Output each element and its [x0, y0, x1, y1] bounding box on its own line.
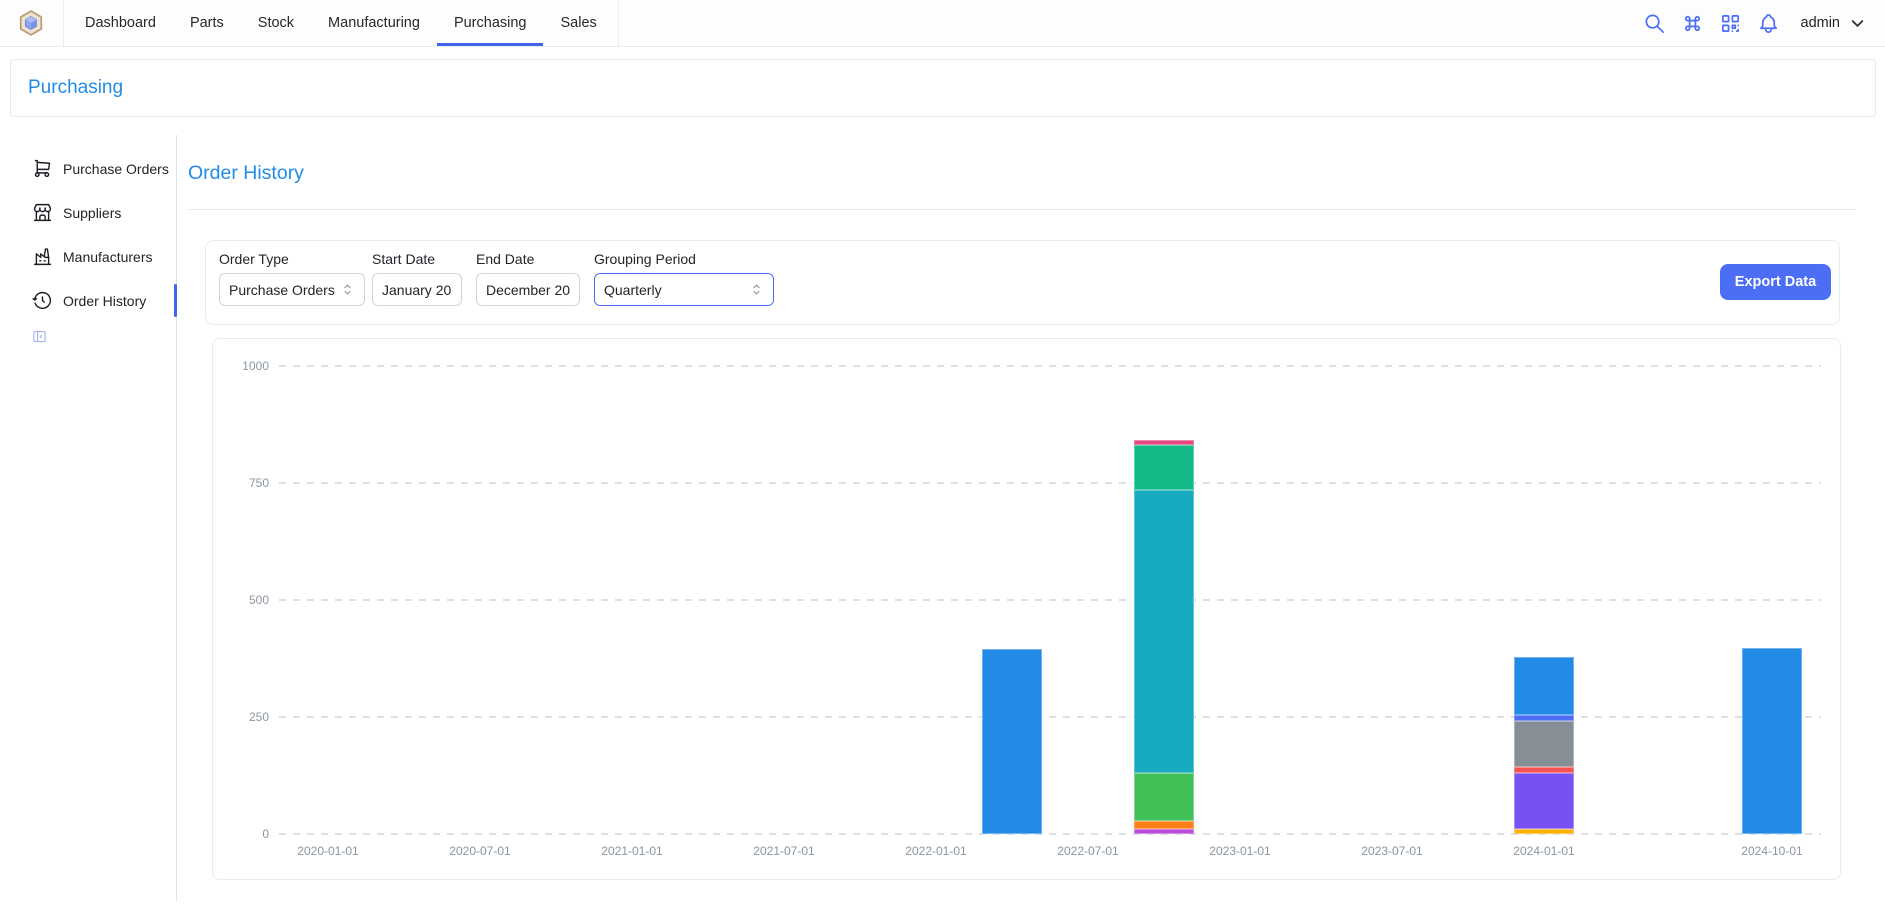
order-type-value: Purchase Orders	[229, 282, 340, 298]
tab-manufacturing[interactable]: Manufacturing	[311, 0, 437, 46]
end-date-value: December 2024	[486, 282, 570, 298]
y-axis-tick-label: 500	[213, 592, 269, 608]
active-item-indicator	[174, 284, 177, 317]
title-divider	[188, 209, 1856, 210]
chart-gridline	[279, 365, 1821, 367]
end-date-field: End Date December 2024	[476, 251, 580, 306]
main-nav-tabs: Dashboard Parts Stock Manufacturing Purc…	[63, 0, 619, 46]
order-type-field: Order Type Purchase Orders	[219, 251, 365, 306]
x-axis-tick-label: 2024-10-01	[1741, 844, 1802, 858]
chart-gridline	[279, 716, 1821, 718]
header-actions: admin	[1643, 0, 1885, 46]
chart-bar-segment[interactable]	[1134, 440, 1194, 444]
y-axis-tick-label: 250	[213, 709, 269, 725]
factory-icon	[32, 246, 53, 267]
grouping-period-label: Grouping Period	[594, 251, 774, 267]
tab-purchasing[interactable]: Purchasing	[437, 0, 544, 46]
chart-bar-segment[interactable]	[1514, 657, 1574, 715]
sidebar-label: Order History	[63, 293, 146, 309]
y-axis-tick-label: 1000	[213, 358, 269, 374]
sidebar-label: Manufacturers	[63, 249, 152, 265]
username-label: admin	[1801, 15, 1841, 31]
chart-bar-segment[interactable]	[1514, 715, 1574, 721]
x-axis-tick-label: 2023-01-01	[1209, 844, 1270, 858]
page-title: Order History	[188, 162, 304, 185]
user-menu[interactable]: admin	[1801, 14, 1868, 33]
chart-bar-segment[interactable]	[1514, 721, 1574, 767]
chart-gridline	[279, 599, 1821, 601]
chart-bar-segment[interactable]	[1134, 829, 1194, 834]
y-axis-tick-label: 0	[213, 826, 269, 842]
chart-bar-segment[interactable]	[1514, 773, 1574, 829]
sidebar-item-suppliers[interactable]: Suppliers	[13, 194, 176, 231]
chart-bar-segment[interactable]	[982, 649, 1042, 834]
top-header: Dashboard Parts Stock Manufacturing Purc…	[0, 0, 1885, 47]
tab-sales[interactable]: Sales	[543, 0, 613, 46]
x-axis-tick-label: 2020-07-01	[449, 844, 510, 858]
start-date-input[interactable]: January 2020	[372, 273, 462, 306]
chart-bar-segment[interactable]	[1134, 445, 1194, 491]
building-store-icon	[32, 202, 53, 223]
tab-stock[interactable]: Stock	[241, 0, 311, 46]
tab-parts[interactable]: Parts	[173, 0, 241, 46]
sidebar-label: Purchase Orders	[63, 161, 169, 177]
selector-icon	[340, 282, 355, 297]
export-data-button[interactable]: Export Data	[1720, 264, 1831, 300]
chart-bar-segment[interactable]	[1514, 829, 1574, 834]
x-axis-tick-label: 2023-07-01	[1361, 844, 1422, 858]
sidebar: Purchase Orders Suppliers Manufacturers	[13, 135, 177, 901]
inventree-logo-icon[interactable]	[17, 9, 45, 37]
filter-card: Order Type Purchase Orders Start Date Ja…	[205, 240, 1840, 325]
start-date-field: Start Date January 2020	[372, 251, 462, 306]
breadcrumb-purchasing[interactable]: Purchasing	[28, 77, 123, 99]
y-axis-tick-label: 750	[213, 475, 269, 491]
grouping-period-select[interactable]: Quarterly	[594, 273, 774, 306]
chart-bar-segment[interactable]	[1134, 821, 1194, 829]
x-axis-tick-label: 2022-01-01	[905, 844, 966, 858]
selector-icon	[749, 282, 764, 297]
x-axis-tick-label: 2024-01-01	[1513, 844, 1574, 858]
chart-bar-segment[interactable]	[1134, 773, 1194, 821]
x-axis-tick-label: 2021-01-01	[601, 844, 662, 858]
breadcrumb-panel: Purchasing	[10, 59, 1876, 117]
grouping-period-field: Grouping Period Quarterly	[594, 251, 774, 306]
order-history-chart-card: 0 250 500 750 1000 2020-01-01 2020-07-01 2021-0…	[212, 338, 1841, 880]
qrcode-scan-icon[interactable]	[1719, 12, 1742, 35]
command-icon[interactable]	[1681, 12, 1704, 35]
end-date-label: End Date	[476, 251, 580, 267]
chart-bar-segment[interactable]	[1514, 767, 1574, 773]
chart-gridline	[279, 482, 1821, 484]
sidebar-item-order-history[interactable]: Order History	[13, 282, 176, 319]
start-date-value: January 2020	[382, 282, 452, 298]
sidebar-collapse-icon[interactable]	[32, 329, 49, 344]
end-date-input[interactable]: December 2024	[476, 273, 580, 306]
bell-icon[interactable]	[1757, 12, 1780, 35]
x-axis-tick-label: 2022-07-01	[1057, 844, 1118, 858]
sidebar-item-purchase-orders[interactable]: Purchase Orders	[13, 150, 176, 187]
grouping-period-value: Quarterly	[604, 282, 749, 298]
sidebar-item-manufacturers[interactable]: Manufacturers	[13, 238, 176, 275]
x-axis-tick-label: 2020-01-01	[297, 844, 358, 858]
search-icon[interactable]	[1643, 12, 1666, 35]
sidebar-label: Suppliers	[63, 205, 121, 221]
chart-plot: 0 250 500 750 1000 2020-01-01 2020-07-01 2021-0…	[213, 339, 1840, 879]
chart-bar-segment[interactable]	[1742, 648, 1802, 834]
history-icon	[32, 290, 53, 311]
chart-gridline	[279, 833, 1821, 835]
start-date-label: Start Date	[372, 251, 462, 267]
chevron-down-icon	[1848, 14, 1867, 33]
order-type-select[interactable]: Purchase Orders	[219, 273, 365, 306]
shopping-cart-icon	[32, 158, 53, 179]
x-axis-tick-label: 2021-07-01	[753, 844, 814, 858]
tab-dashboard[interactable]: Dashboard	[68, 0, 173, 46]
chart-bar-segment[interactable]	[1134, 490, 1194, 772]
order-type-label: Order Type	[219, 251, 365, 267]
